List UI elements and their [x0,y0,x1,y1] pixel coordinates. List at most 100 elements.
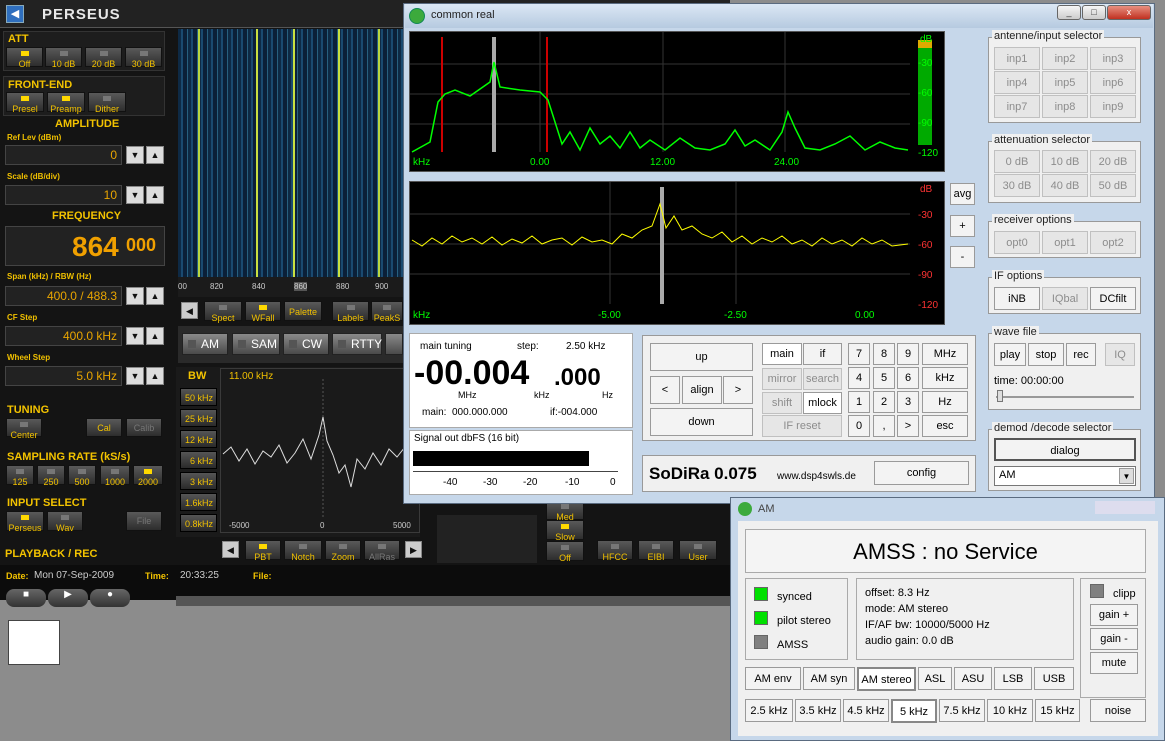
rate-125-button[interactable]: 125 [6,465,34,487]
key-5[interactable]: 5 [873,367,895,389]
stop-icon[interactable]: ■ [6,589,46,607]
inp3-button[interactable]: inp3 [1090,47,1136,70]
bottom-right-icon[interactable]: ▶ [405,541,422,558]
left-button[interactable]: < [650,376,680,404]
frequency-display[interactable]: 864 000 [5,226,165,266]
bw-6k-button[interactable]: 6 kHz [180,451,217,469]
key-0[interactable]: 0 [848,415,870,437]
noise-button[interactable]: noise [1090,699,1146,722]
input-perseus-button[interactable]: Perseus [6,511,44,533]
inp7-button[interactable]: inp7 [994,95,1040,118]
mode-am-button[interactable]: AM [182,333,228,355]
mode-lsb-button[interactable]: LSB [994,667,1032,690]
preamp-button[interactable]: Preamp [47,92,85,114]
att-20db-button[interactable]: 20 dB [85,47,122,69]
gain-plus-button[interactable]: gain + [1090,604,1138,626]
key-next[interactable]: > [897,415,919,437]
rate-2000-button[interactable]: 2000 [133,465,163,487]
cf-up-icon[interactable]: ▲ [146,327,164,345]
am-window-controls[interactable] [1095,501,1155,514]
bw-1k6-button[interactable]: 1.6kHz [180,493,217,511]
ref-up-icon[interactable]: ▲ [146,146,164,164]
cf-step-field[interactable]: 400.0 kHz [5,326,122,346]
play-icon[interactable]: ▶ [48,589,88,607]
chevron-down-icon[interactable]: ▼ [1119,468,1134,484]
avg-button[interactable]: avg [950,183,975,205]
narrowband-spectrum[interactable]: dB -30 -60 -90 -120 kHz -5.00 -2.50 0.00 [409,181,945,325]
play-button[interactable]: play [994,343,1026,366]
align-button[interactable]: align [682,376,722,404]
mirror-button[interactable]: mirror [762,368,802,390]
agc-off-button[interactable]: Off [546,541,584,563]
bw-7k5-button[interactable]: 7.5 kHz [939,699,985,722]
up-button[interactable]: up [650,343,753,371]
inp8-button[interactable]: inp8 [1042,95,1088,118]
user-button[interactable]: User [679,540,717,562]
key-khz[interactable]: kHz [922,367,968,389]
key-3[interactable]: 3 [897,391,919,413]
if-reset-button[interactable]: IF reset [762,415,842,437]
mode-cw-button[interactable]: CW [283,333,329,355]
inb-button[interactable]: iNB [994,287,1040,310]
mode-am-env-button[interactable]: AM env [745,667,801,690]
bw-5k-button[interactable]: 5 kHz [891,699,937,723]
bw-10k-button[interactable]: 10 kHz [987,699,1033,722]
key-esc[interactable]: esc [922,415,968,437]
spectrum-left-icon[interactable]: ◀ [181,302,198,319]
bw-15k-button[interactable]: 15 kHz [1035,699,1080,722]
opt0-button[interactable]: opt0 [994,231,1040,254]
bw-12k-button[interactable]: 12 kHz [180,430,217,448]
inp2-button[interactable]: inp2 [1042,47,1088,70]
key-9[interactable]: 9 [897,343,919,365]
spect-button[interactable]: Spect [204,301,242,323]
if-button[interactable]: if [803,343,842,365]
wideband-spectrum[interactable]: dB -30 -60 -90 -120 kHz 0.00 12.00 24.00 [409,31,945,172]
agc-slow-button[interactable]: Slow [546,520,584,542]
record-icon[interactable]: ● [90,589,130,607]
close-icon[interactable]: x [1107,5,1151,20]
wheel-down-icon[interactable]: ▼ [126,367,144,385]
att-off-button[interactable]: Off [6,47,43,69]
att-30db-option[interactable]: 30 dB [994,174,1040,197]
demod-select[interactable]: AM ▼ [994,466,1136,486]
wheel-up-icon[interactable]: ▲ [146,367,164,385]
key-mhz[interactable]: MHz [922,343,968,365]
mode-am-stereo-button[interactable]: AM stereo [857,667,916,691]
key-8[interactable]: 8 [873,343,895,365]
calib-button[interactable]: Calib [126,418,162,437]
mode-am-syn-button[interactable]: AM syn [803,667,855,690]
pbt-button[interactable]: PBT [245,540,281,562]
inp5-button[interactable]: inp5 [1042,71,1088,94]
wfall-button[interactable]: WFall [245,301,281,323]
volume-sliders[interactable] [437,515,537,563]
bw-25k-button[interactable]: 25 kHz [180,409,217,427]
tuning-display[interactable]: main tuning step: 2.50 kHz -00.004 .000 … [409,333,633,428]
att-10db-button[interactable]: 10 dB [45,47,82,69]
dither-button[interactable]: Dither [88,92,126,114]
dcfilt-button[interactable]: DCfilt [1090,287,1136,310]
rate-1000-button[interactable]: 1000 [100,465,130,487]
bw-3k-button[interactable]: 3 kHz [180,472,217,490]
bw-50k-button[interactable]: 50 kHz [180,388,217,406]
mode-asl-button[interactable]: ASL [918,667,952,690]
inp4-button[interactable]: inp4 [994,71,1040,94]
search-button[interactable]: search [803,368,842,390]
bw-2k5-button[interactable]: 2.5 kHz [745,699,793,722]
palette-button[interactable]: Palette [284,301,322,321]
waterfall-display[interactable] [178,29,403,277]
cal-button[interactable]: Cal [86,418,122,437]
att-20db-option[interactable]: 20 dB [1090,150,1136,173]
minimize-icon[interactable]: _ [1057,5,1081,20]
bw-4k5-button[interactable]: 4.5 kHz [843,699,889,722]
key-6[interactable]: 6 [897,367,919,389]
center-button[interactable]: Center [6,418,42,440]
presel-button[interactable]: Presel [6,92,44,114]
rate-500-button[interactable]: 500 [68,465,96,487]
input-wav-button[interactable]: Wav [47,511,83,533]
bottom-left-icon[interactable]: ◀ [222,541,239,558]
scale-down-icon[interactable]: ▼ [126,186,144,204]
key-4[interactable]: 4 [848,367,870,389]
inp1-button[interactable]: inp1 [994,47,1040,70]
eibi-button[interactable]: EIBI [638,540,674,562]
zoom-out-button[interactable]: - [950,246,975,268]
